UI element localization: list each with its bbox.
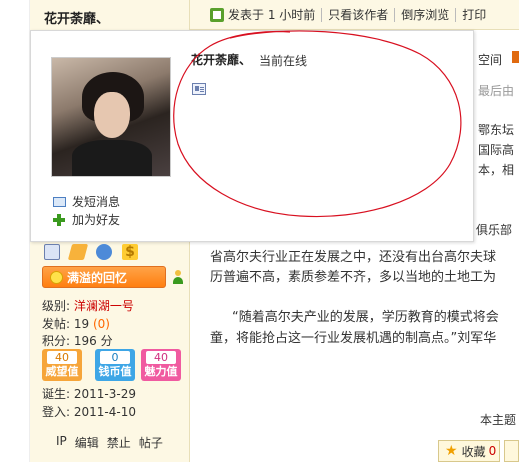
post-header-bar: 发表于 1 小时前 只看该作者 倒序浏览 打印	[190, 0, 519, 30]
reverse-view-link[interactable]: 倒序浏览	[401, 6, 449, 23]
topic-fragment: 本主题	[480, 413, 517, 427]
article-line: 省高尔夫行业正在发展之中，还没有出台高尔夫球	[210, 250, 497, 265]
coin-label: 钱币值	[98, 365, 132, 378]
profile-icon[interactable]	[44, 244, 60, 260]
print-link[interactable]: 打印	[462, 6, 486, 23]
charm-value: 40	[146, 351, 176, 364]
left-margin-strip	[0, 0, 30, 462]
space-badge-icon	[512, 51, 519, 63]
birth-label: 诞生:	[42, 387, 71, 401]
ban-link[interactable]: 禁止	[107, 434, 131, 451]
user-action-icons: $	[44, 244, 138, 260]
posts-value[interactable]: 19	[74, 317, 89, 331]
collect-label: 收藏	[461, 444, 486, 459]
user-popup-card: 花开荼靡、 当前在线 发短消息 加为好友	[30, 30, 474, 242]
posts-label: 发帖:	[42, 317, 71, 331]
star-icon: ★	[445, 443, 458, 459]
glory-medal-button[interactable]: 满溢的回忆	[42, 266, 166, 288]
level-row: 级别: 洋澜湖一号	[42, 297, 134, 314]
article-right-fragment: 鄂东坛	[478, 123, 515, 137]
only-author-link[interactable]: 只看该作者	[328, 6, 388, 23]
points-label: 积分:	[42, 334, 71, 348]
mail-icon	[53, 196, 66, 207]
popup-username[interactable]: 花开荼靡、	[191, 51, 251, 68]
add-friend-label: 加为好友	[72, 213, 121, 227]
send-message-link[interactable]: 发短消息	[53, 193, 120, 210]
points-row: 积分: 196 分	[42, 332, 113, 349]
divider	[321, 7, 323, 22]
divider	[455, 7, 457, 22]
charm-badge: 40 魅力值	[141, 349, 181, 381]
posts-row: 发帖: 19 (0)	[42, 315, 110, 332]
level-label: 级别:	[42, 299, 71, 313]
post-document-icon	[210, 7, 224, 22]
divider	[394, 7, 396, 22]
prestige-value: 40	[47, 351, 77, 364]
level-value: 洋澜湖一号	[73, 299, 134, 313]
article-right-fragment: 本，相	[478, 163, 515, 177]
birth-row: 诞生: 2011-3-29	[42, 385, 136, 402]
article-right-fragment: 国际高	[478, 143, 515, 157]
profile-card-icon[interactable]	[192, 83, 206, 95]
prestige-badge: 40 威望值	[42, 349, 82, 381]
send-message-label: 发短消息	[72, 195, 121, 209]
author-name[interactable]: 花开荼靡、	[44, 8, 109, 27]
edit-link[interactable]: 编辑	[75, 434, 99, 451]
online-person-icon	[172, 270, 184, 284]
add-user-icon[interactable]	[96, 244, 112, 260]
login-row: 登入: 2011-4-10	[42, 403, 136, 420]
avatar-body	[72, 140, 152, 176]
moderation-links: IP 编辑 禁止 帖子	[56, 434, 163, 451]
glory-label: 满溢的回忆	[67, 270, 128, 285]
login-label: 登入:	[42, 405, 71, 419]
posts-link[interactable]: 帖子	[139, 434, 163, 451]
posted-time: 发表于 1 小时前	[228, 8, 316, 22]
posts-extra: (0)	[92, 317, 110, 331]
coin-badge: 0 钱币值	[95, 349, 135, 381]
article-right-fragment: 俱乐部	[476, 223, 513, 237]
space-link[interactable]: 空间	[478, 51, 502, 68]
ip-link[interactable]: IP	[56, 434, 67, 451]
login-value: 2011-4-10	[73, 405, 136, 419]
last-edited-note: 最后由	[478, 84, 515, 98]
coin-value: 0	[100, 351, 130, 364]
article-line: 童，将能抢占这一行业发展机遇的制高点。”刘军华	[210, 331, 497, 346]
add-friend-link[interactable]: 加为好友	[53, 211, 120, 228]
adjacent-action-button[interactable]	[504, 440, 519, 462]
paper-plane-icon[interactable]	[67, 244, 89, 260]
birth-value: 2011-3-29	[73, 387, 136, 401]
charm-label: 魅力值	[144, 365, 178, 378]
online-status: 当前在线	[259, 54, 308, 68]
collect-count: 0	[488, 444, 497, 458]
smile-icon	[50, 271, 63, 284]
article-line: “随着高尔夫产业的发展，学历教育的模式将会	[232, 310, 499, 325]
collect-button[interactable]: ★ 收藏 0	[438, 440, 500, 462]
prestige-label: 威望值	[45, 365, 79, 378]
article-line: 历普遍不高，素质参差不齐，多以当地的土地工为	[210, 270, 497, 285]
plus-icon	[53, 213, 65, 226]
points-value: 196 分	[73, 334, 113, 348]
dollar-icon[interactable]: $	[122, 244, 138, 260]
user-avatar[interactable]	[51, 57, 171, 177]
avatar-face	[94, 92, 130, 138]
